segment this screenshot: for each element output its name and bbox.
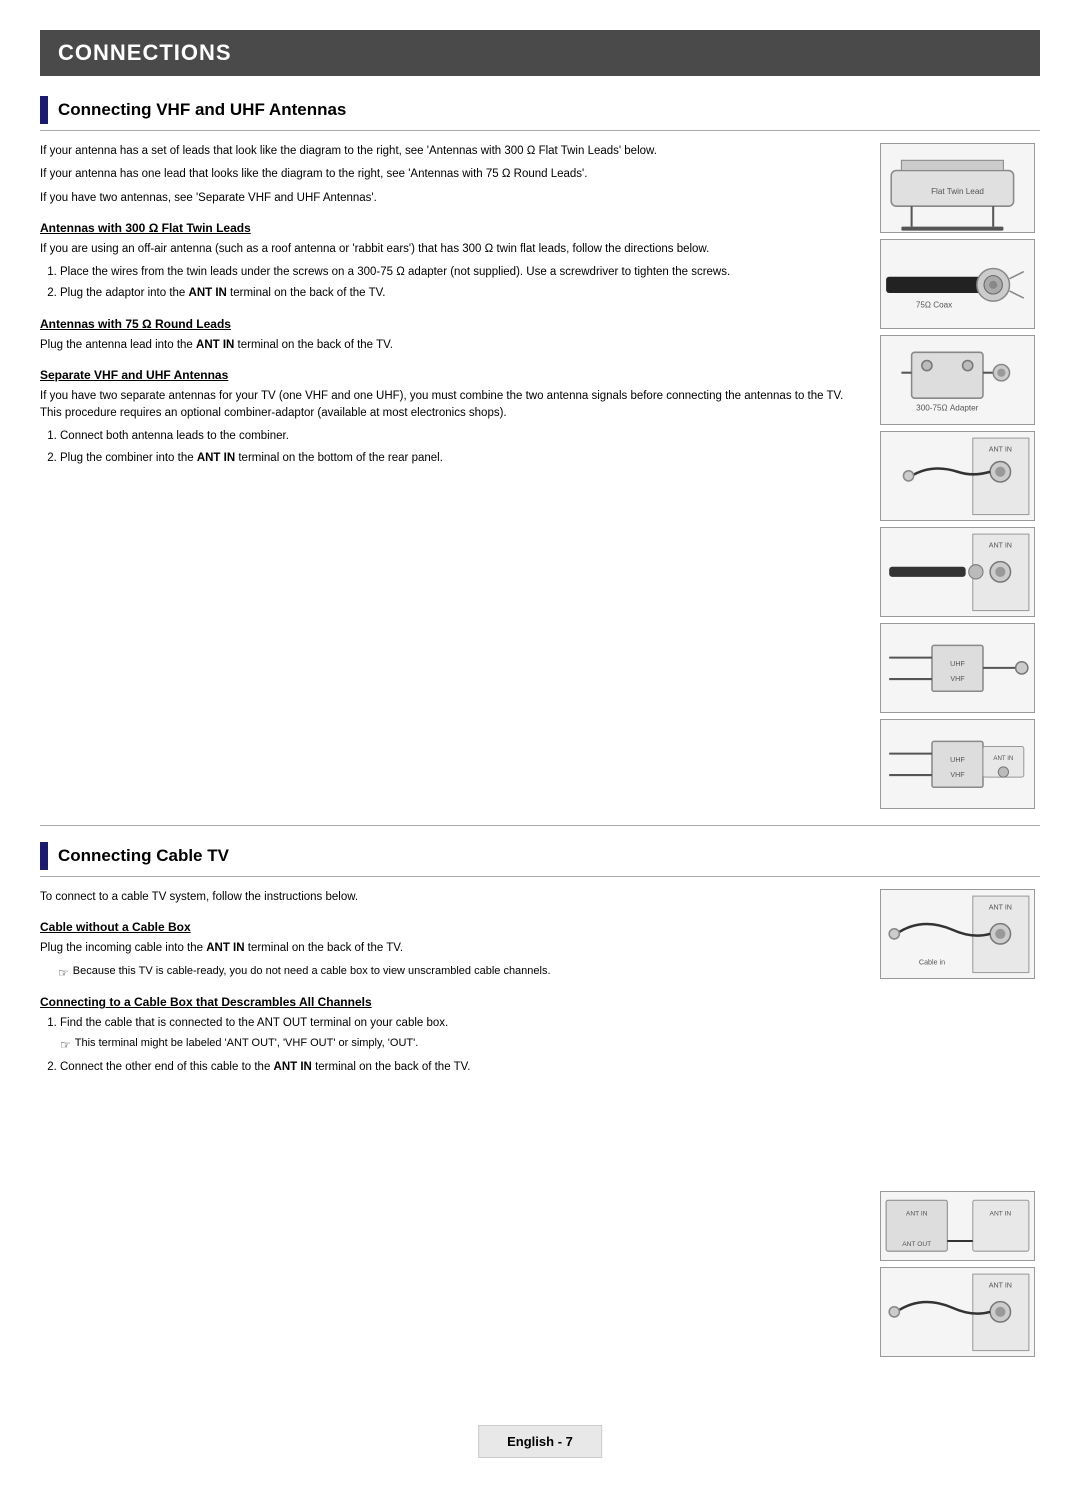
cable-no-box-step1: Plug the incoming cable into the ANT IN … <box>40 940 860 957</box>
page-footer: English - 7 <box>478 1425 602 1458</box>
sub3-step2: Plug the combiner into the ANT IN termin… <box>60 450 860 467</box>
svg-text:ANT IN: ANT IN <box>989 903 1012 911</box>
cable-box-steps: Find the cable that is connected to the … <box>60 1015 860 1076</box>
sub3-step1: Connect both antenna leads to the combin… <box>60 428 860 445</box>
svg-text:Cable in: Cable in <box>919 958 945 966</box>
combiner-svg: UHF VHF <box>881 625 1034 712</box>
section2-diagrams: ANT IN Cable in ANT IN ANT OUT <box>880 889 1040 1357</box>
diagram-flat-antenna: Flat Twin Lead <box>880 143 1035 233</box>
combiner-antin-svg: UHF VHF ANT IN <box>881 721 1034 808</box>
note-icon-2: ☞ <box>60 1037 71 1054</box>
diagram-cable-box-final: ANT IN <box>880 1267 1035 1357</box>
ant-in-1-svg: ANT IN <box>881 433 1034 520</box>
svg-text:ANT IN: ANT IN <box>990 1211 1012 1218</box>
cable-no-box-title: Cable without a Cable Box <box>40 920 860 934</box>
diagram-ant-in-1: ANT IN <box>880 431 1035 521</box>
section-divider-1 <box>40 825 1040 826</box>
diagram-combiner-antin: UHF VHF ANT IN <box>880 719 1035 809</box>
cable-box-descramble-title: Connecting to a Cable Box that Descrambl… <box>40 995 860 1009</box>
sub3-title: Separate VHF and UHF Antennas <box>40 368 860 382</box>
section1-title: Connecting VHF and UHF Antennas <box>58 100 346 120</box>
sub1-steps: Place the wires from the twin leads unde… <box>60 264 860 303</box>
section2-title: Connecting Cable TV <box>58 846 229 866</box>
diagram-ant-in-2: ANT IN <box>880 527 1035 617</box>
page-main-header: CONNECTIONS <box>40 30 1040 76</box>
intro3-text: If you have two antennas, see 'Separate … <box>40 190 860 207</box>
sub3-body: If you have two separate antennas for yo… <box>40 388 860 423</box>
page: CONNECTIONS Connecting VHF and UHF Anten… <box>0 0 1080 1488</box>
svg-text:ANT IN: ANT IN <box>989 541 1012 549</box>
intro1-text: If your antenna has a set of leads that … <box>40 143 860 160</box>
section1-text: If your antenna has a set of leads that … <box>40 143 870 809</box>
cable-box-antout-svg: ANT IN ANT OUT ANT IN <box>881 1191 1034 1261</box>
sub2-title: Antennas with 75 Ω Round Leads <box>40 317 860 331</box>
sub3-steps: Connect both antenna leads to the combin… <box>60 428 860 467</box>
round-coax-svg: 75Ω Coax <box>881 241 1034 328</box>
flat-antenna-svg: Flat Twin Lead <box>881 145 1034 232</box>
sub1-step2: Plug the adaptor into the ANT IN termina… <box>60 285 860 302</box>
svg-text:ANT IN: ANT IN <box>989 1281 1012 1289</box>
svg-text:Flat Twin Lead: Flat Twin Lead <box>931 187 984 196</box>
cable-no-box-note: ☞ Because this TV is cable-ready, you do… <box>58 964 860 982</box>
adapter-svg: 300-75Ω Adapter <box>881 337 1034 424</box>
svg-text:75Ω Coax: 75Ω Coax <box>916 300 952 309</box>
cable-box-step2: Connect the other end of this cable to t… <box>60 1059 860 1076</box>
cable-no-box-svg: ANT IN Cable in <box>881 891 1034 978</box>
svg-text:ANT IN: ANT IN <box>989 445 1012 453</box>
svg-text:UHF: UHF <box>950 755 965 763</box>
svg-text:UHF: UHF <box>950 659 965 667</box>
note-icon-1: ☞ <box>58 965 69 982</box>
diagram-cable-no-box: ANT IN Cable in <box>880 889 1035 979</box>
cable-box-final-svg: ANT IN <box>881 1269 1034 1356</box>
intro2-text: If your antenna has one lead that looks … <box>40 166 860 183</box>
sub1-step1: Place the wires from the twin leads unde… <box>60 264 860 281</box>
section1-content: If your antenna has a set of leads that … <box>40 143 1040 809</box>
svg-text:ANT IN: ANT IN <box>993 754 1013 761</box>
sub1-title: Antennas with 300 Ω Flat Twin Leads <box>40 221 860 235</box>
svg-text:ANT IN: ANT IN <box>906 1211 928 1218</box>
cable-box-step1-note: ☞ This terminal might be labeled 'ANT OU… <box>60 1036 860 1054</box>
section1-bar <box>40 96 48 124</box>
section1-diagrams: Flat Twin Lead 75Ω Coax <box>880 143 1040 809</box>
svg-text:300-75Ω Adapter: 300-75Ω Adapter <box>916 403 978 412</box>
diagram-combiner: UHF VHF <box>880 623 1035 713</box>
ant-in-2-svg: ANT IN <box>881 529 1034 616</box>
svg-text:ANT OUT: ANT OUT <box>902 1241 931 1248</box>
section1-header: Connecting VHF and UHF Antennas <box>40 96 1040 131</box>
svg-text:VHF: VHF <box>950 675 965 683</box>
cable-box-step1: Find the cable that is connected to the … <box>60 1015 860 1053</box>
diagram-spacer <box>880 985 1040 1185</box>
section2-intro: To connect to a cable TV system, follow … <box>40 889 860 906</box>
sub1-body: If you are using an off-air antenna (suc… <box>40 241 860 258</box>
diagram-adapter: 300-75Ω Adapter <box>880 335 1035 425</box>
svg-text:VHF: VHF <box>950 771 965 779</box>
diagram-cable-box-antout: ANT IN ANT OUT ANT IN <box>880 1191 1035 1261</box>
section2-header: Connecting Cable TV <box>40 842 1040 877</box>
section2-text: To connect to a cable TV system, follow … <box>40 889 870 1357</box>
diagram-round-coax: 75Ω Coax <box>880 239 1035 329</box>
sub2-body: Plug the antenna lead into the ANT IN te… <box>40 337 860 354</box>
section2-bar <box>40 842 48 870</box>
section2-content: To connect to a cable TV system, follow … <box>40 889 1040 1357</box>
